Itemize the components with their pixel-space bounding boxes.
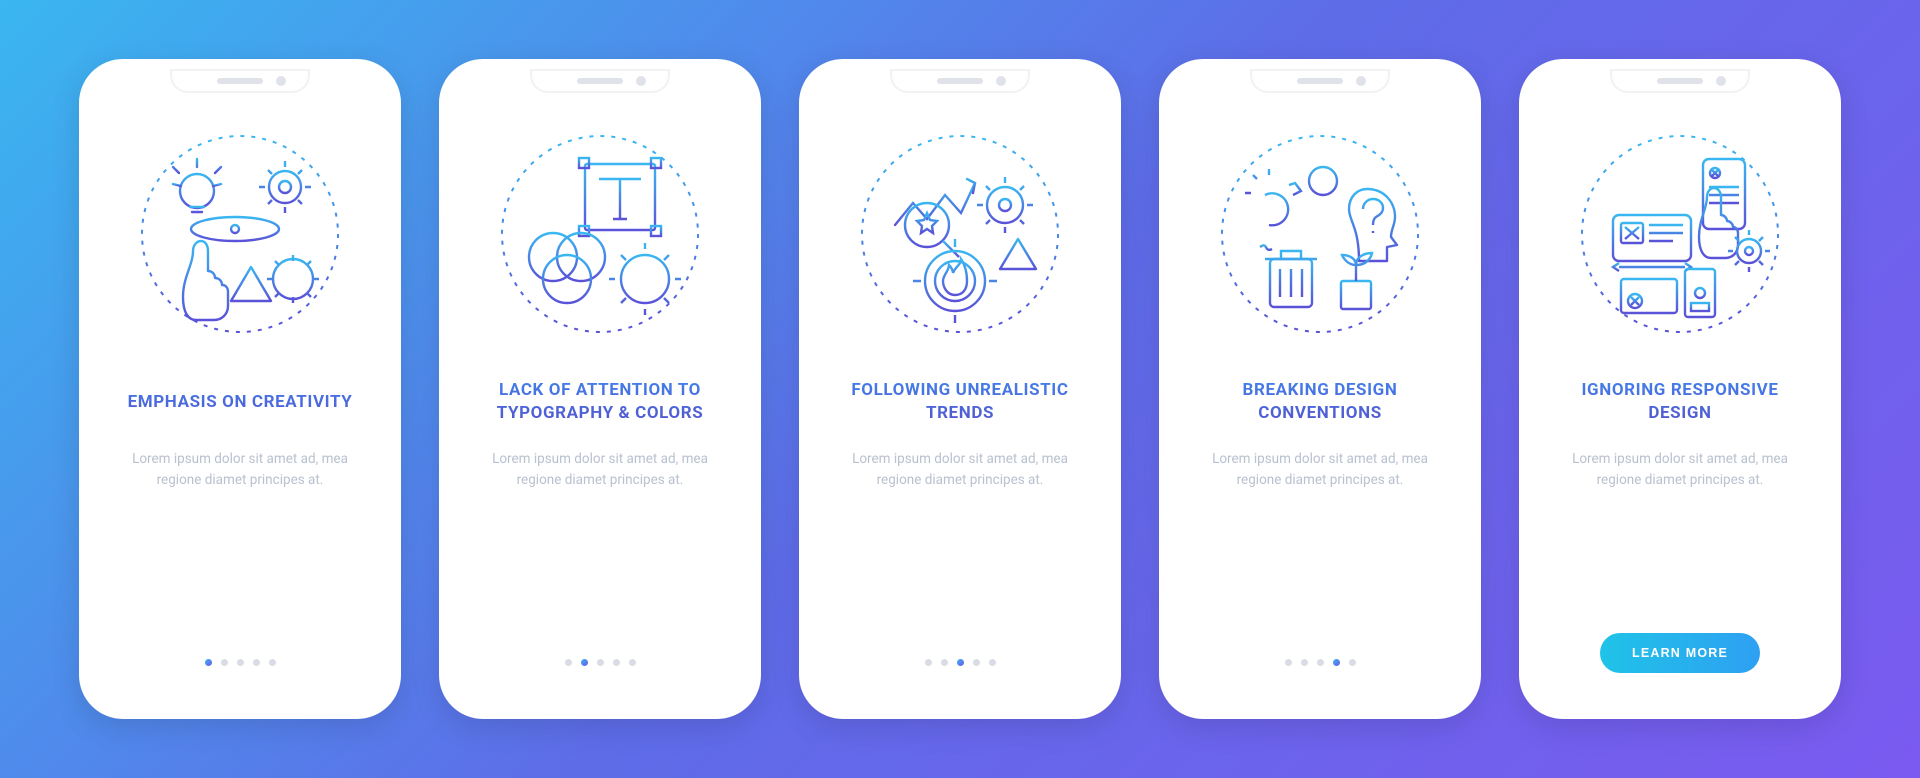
indicator-dot[interactable]: [957, 659, 964, 666]
indicator-dot[interactable]: [237, 659, 244, 666]
onboarding-screen: EMPHASIS ON CREATIVITY Lorem ipsum dolor…: [89, 69, 391, 709]
onboarding-phone-3: FOLLOWING UNREALISTIC TRENDS Lorem ipsum…: [799, 59, 1121, 719]
onboarding-phone-5: IGNORING RESPONSIVE DESIGN Lorem ipsum d…: [1519, 59, 1841, 719]
notch-speaker: [577, 78, 623, 84]
indicator-dot[interactable]: [565, 659, 572, 666]
indicator-dot[interactable]: [205, 659, 212, 666]
onboarding-body: Lorem ipsum dolor sit amet ad, mea regio…: [1555, 449, 1805, 633]
page-indicator: [205, 651, 276, 673]
onboarding-title: IGNORING RESPONSIVE DESIGN: [1555, 367, 1805, 437]
onboarding-screen: IGNORING RESPONSIVE DESIGN Lorem ipsum d…: [1529, 69, 1831, 709]
notch-camera: [1356, 76, 1366, 86]
indicator-dot[interactable]: [1333, 659, 1340, 666]
onboarding-title: LACK OF ATTENTION TO TYPOGRAPHY & COLORS: [475, 367, 725, 437]
indicator-dot[interactable]: [269, 659, 276, 666]
onboarding-title: FOLLOWING UNREALISTIC TRENDS: [835, 367, 1085, 437]
typography-icon: [495, 129, 705, 339]
indicator-dot[interactable]: [253, 659, 260, 666]
onboarding-body: Lorem ipsum dolor sit amet ad, mea regio…: [115, 449, 365, 651]
indicator-dot[interactable]: [1301, 659, 1308, 666]
onboarding-screen: BREAKING DESIGN CONVENTIONS Lorem ipsum …: [1169, 69, 1471, 709]
onboarding-body: Lorem ipsum dolor sit amet ad, mea regio…: [475, 449, 725, 651]
trends-icon: [855, 129, 1065, 339]
indicator-dot[interactable]: [613, 659, 620, 666]
indicator-dot[interactable]: [989, 659, 996, 666]
onboarding-body: Lorem ipsum dolor sit amet ad, mea regio…: [835, 449, 1085, 651]
onboarding-phone-2: LACK OF ATTENTION TO TYPOGRAPHY & COLORS…: [439, 59, 761, 719]
indicator-dot[interactable]: [597, 659, 604, 666]
indicator-dot[interactable]: [973, 659, 980, 666]
onboarding-screen: FOLLOWING UNREALISTIC TRENDS Lorem ipsum…: [809, 69, 1111, 709]
conventions-icon: [1215, 129, 1425, 339]
responsive-icon: [1575, 129, 1785, 339]
page-indicator: [1285, 651, 1356, 673]
notch-camera: [996, 76, 1006, 86]
onboarding-title: BREAKING DESIGN CONVENTIONS: [1195, 367, 1445, 437]
onboarding-phone-1: EMPHASIS ON CREATIVITY Lorem ipsum dolor…: [79, 59, 401, 719]
notch-camera: [276, 76, 286, 86]
indicator-dot[interactable]: [1285, 659, 1292, 666]
page-indicator: [925, 651, 996, 673]
learn-more-button[interactable]: LEARN MORE: [1600, 633, 1760, 673]
onboarding-title: EMPHASIS ON CREATIVITY: [122, 367, 359, 437]
indicator-dot[interactable]: [629, 659, 636, 666]
indicator-dot[interactable]: [925, 659, 932, 666]
onboarding-phone-4: BREAKING DESIGN CONVENTIONS Lorem ipsum …: [1159, 59, 1481, 719]
onboarding-screen: LACK OF ATTENTION TO TYPOGRAPHY & COLORS…: [449, 69, 751, 709]
onboarding-body: Lorem ipsum dolor sit amet ad, mea regio…: [1195, 449, 1445, 651]
indicator-dot[interactable]: [581, 659, 588, 666]
indicator-dot[interactable]: [1317, 659, 1324, 666]
page-indicator: [565, 651, 636, 673]
notch-camera: [636, 76, 646, 86]
notch-speaker: [1657, 78, 1703, 84]
indicator-dot[interactable]: [941, 659, 948, 666]
creativity-icon: [135, 129, 345, 339]
indicator-dot[interactable]: [221, 659, 228, 666]
indicator-dot[interactable]: [1349, 659, 1356, 666]
notch-speaker: [217, 78, 263, 84]
notch-speaker: [937, 78, 983, 84]
notch-camera: [1716, 76, 1726, 86]
notch-speaker: [1297, 78, 1343, 84]
